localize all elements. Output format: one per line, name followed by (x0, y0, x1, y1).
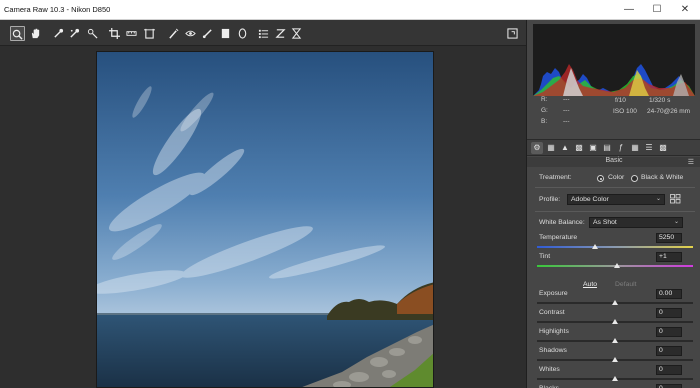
temperature-label: Temperature (539, 234, 578, 241)
r-label: R: (541, 96, 548, 103)
whites-slider-thumb[interactable] (612, 376, 618, 381)
presets-icon[interactable]: ☰ (643, 142, 655, 154)
white-balance-label: White Balance: (539, 219, 585, 226)
hand-tool-icon[interactable] (28, 26, 43, 41)
adjustments-panel: R: --- G: --- B: --- f/10 1/320 s ISO 10… (526, 20, 700, 388)
temperature-slider-thumb[interactable] (591, 244, 598, 249)
treatment-label: Treatment: (539, 174, 572, 181)
chevron-down-icon: ⌄ (673, 219, 679, 225)
shadows-slider-thumb[interactable] (612, 357, 618, 362)
section-title-basic: Basic (527, 157, 700, 167)
effects-icon[interactable]: ƒ (615, 142, 627, 154)
exposure-slider-thumb[interactable] (612, 300, 618, 305)
graduated-filter-icon[interactable] (218, 26, 233, 41)
g-label: G: (541, 107, 548, 114)
g-value: --- (563, 107, 570, 114)
b-label: B: (541, 118, 548, 125)
treatment-bw-radio[interactable] (631, 175, 638, 182)
title-bar: Camera Raw 10.3 - Nikon D850 — ☐ ✕ (0, 0, 700, 20)
iso: ISO 100 (613, 108, 637, 115)
profile-select[interactable]: Adobe Color ⌄ (567, 194, 665, 205)
crop-tool-icon[interactable] (107, 26, 122, 41)
flip-icon[interactable] (289, 26, 304, 41)
panel-tab-bar: ⚙ ▦ ▲ ▩ ▣ ▤ ƒ ▦ ☰ ▩ (527, 139, 700, 156)
divider (535, 187, 695, 188)
contrast-slider-thumb[interactable] (612, 319, 618, 324)
detail-icon[interactable]: ▲ (559, 142, 571, 154)
zoom-tool-icon[interactable] (10, 26, 25, 41)
panel-menu-icon[interactable]: ☰ (688, 158, 694, 166)
pixel-readout: R: --- G: --- B: --- f/10 1/320 s ISO 10… (533, 94, 695, 138)
tone-curve-icon[interactable]: ▦ (545, 142, 557, 154)
exposure-label: Exposure (539, 290, 568, 297)
white-balance-value: As Shot (593, 219, 617, 226)
r-value: --- (563, 96, 570, 103)
profile-label: Profile: (539, 196, 561, 203)
rotate-icon[interactable] (273, 26, 288, 41)
highlights-label: Highlights (539, 328, 569, 335)
histogram (533, 24, 695, 96)
hsl-icon[interactable]: ▩ (573, 142, 585, 154)
lens-corrections-icon[interactable]: ▤ (601, 142, 613, 154)
b-value: --- (563, 118, 570, 125)
default-button[interactable]: Default (615, 281, 637, 288)
temperature-slider-track[interactable] (537, 246, 693, 248)
white-balance-tool-icon[interactable] (51, 26, 66, 41)
profile-value: Adobe Color (571, 196, 609, 203)
profile-browser-icon[interactable] (670, 194, 681, 204)
spot-removal-tool-icon[interactable] (166, 26, 181, 41)
treatment-color-radio[interactable] (597, 175, 604, 182)
shadows-label: Shadows (539, 347, 567, 354)
treatment-color-label: Color (608, 174, 625, 181)
highlights-slider-thumb[interactable] (612, 338, 618, 343)
image-canvas[interactable] (0, 46, 526, 388)
photo-preview (96, 51, 434, 388)
whites-label: Whites (539, 366, 560, 373)
adjustment-brush-icon[interactable] (200, 26, 215, 41)
minimize-icon[interactable]: — (618, 0, 640, 20)
snapshots-icon[interactable]: ▩ (657, 142, 669, 154)
red-eye-removal-icon[interactable] (183, 26, 198, 41)
treatment-bw-label: Black & White (641, 174, 684, 181)
contrast-value[interactable]: 0 (656, 308, 682, 318)
split-toning-icon[interactable]: ▣ (587, 142, 599, 154)
radial-filter-icon[interactable] (235, 26, 250, 41)
toolbar (0, 20, 528, 46)
tint-value[interactable]: +1 (656, 252, 682, 262)
maximize-icon[interactable]: ☐ (646, 0, 668, 20)
fullscreen-icon[interactable] (505, 26, 520, 41)
exposure-value[interactable]: 0.00 (656, 289, 682, 299)
targeted-adjustment-tool-icon[interactable] (85, 26, 100, 41)
highlights-value[interactable]: 0 (656, 327, 682, 337)
temperature-value[interactable]: 5250 (656, 233, 682, 243)
basic-icon[interactable]: ⚙ (531, 142, 543, 154)
contrast-label: Contrast (539, 309, 565, 316)
calibration-icon[interactable]: ▦ (629, 142, 641, 154)
transform-tool-icon[interactable] (142, 26, 157, 41)
auto-button[interactable]: Auto (583, 281, 597, 288)
tint-slider-thumb[interactable] (613, 263, 620, 268)
shutter-speed: 1/320 s (649, 97, 671, 104)
white-balance-select[interactable]: As Shot ⌄ (589, 217, 683, 228)
blacks-value[interactable]: 0 (656, 384, 682, 388)
divider (535, 211, 695, 212)
color-sampler-tool-icon[interactable] (67, 26, 82, 41)
lens-info: 24-70@26 mm (647, 108, 691, 115)
chevron-down-icon: ⌄ (655, 196, 661, 202)
preferences-icon[interactable] (256, 26, 271, 41)
shadows-value[interactable]: 0 (656, 346, 682, 356)
aperture: f/10 (615, 97, 626, 104)
whites-value[interactable]: 0 (656, 365, 682, 375)
window-title: Camera Raw 10.3 - Nikon D850 (4, 5, 111, 14)
close-icon[interactable]: ✕ (674, 0, 696, 20)
tint-label: Tint (539, 253, 551, 260)
straighten-tool-icon[interactable] (124, 26, 139, 41)
